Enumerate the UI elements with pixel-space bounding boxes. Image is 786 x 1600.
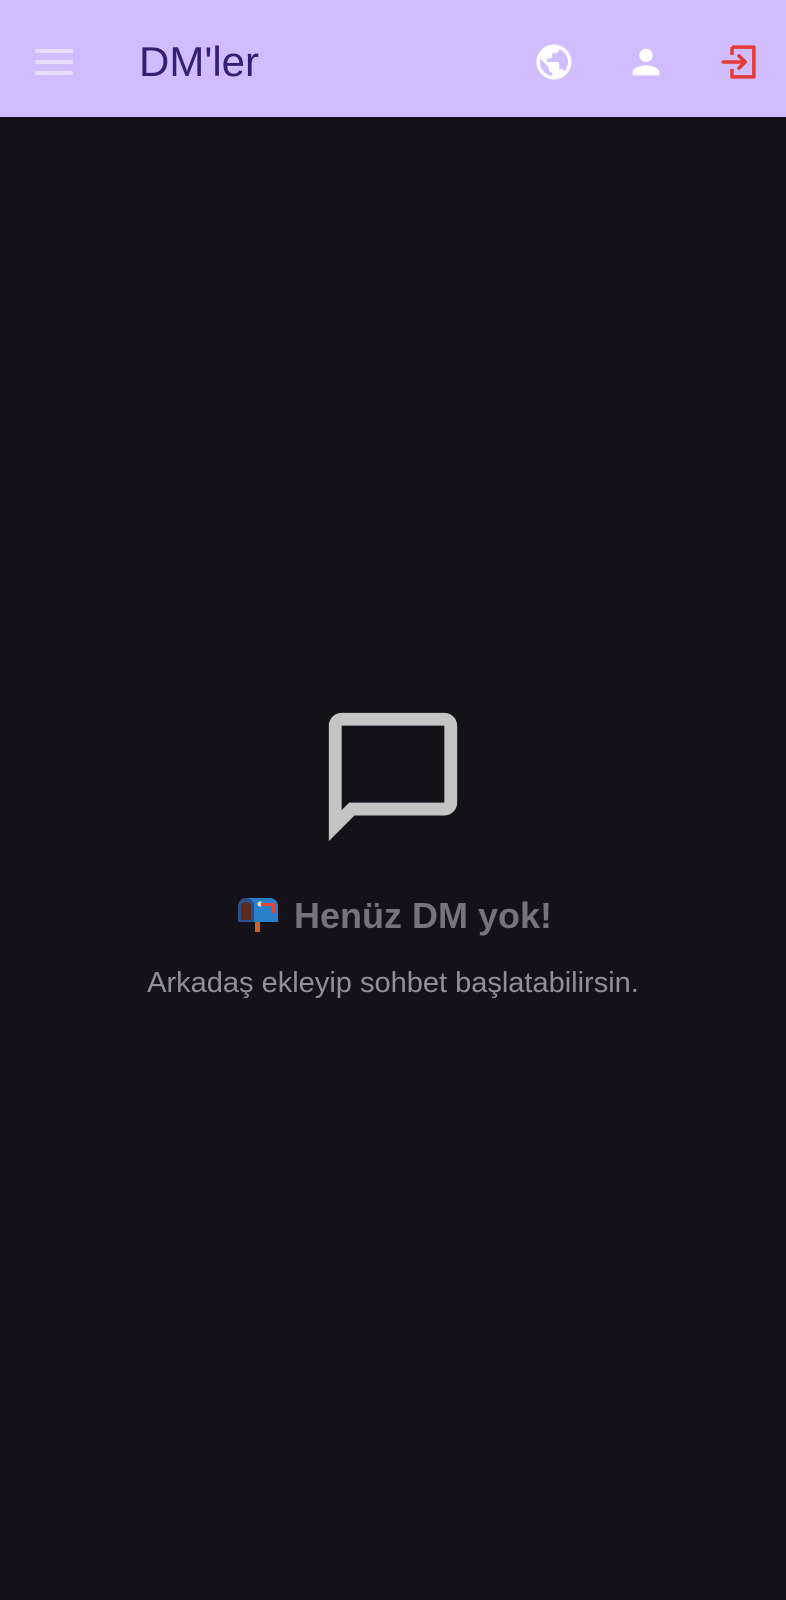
menu-button[interactable] [24, 32, 84, 92]
profile-button[interactable] [618, 34, 674, 90]
empty-state: Henüz DM yok! Arkadaş ekleyip sohbet baş… [0, 700, 786, 1002]
logout-icon [721, 45, 756, 79]
empty-state-title: Henüz DM yok! [0, 894, 786, 942]
page-title: DM'ler [139, 38, 260, 85]
empty-state-title-text: Henüz DM yok! [293, 895, 552, 936]
empty-state-subtitle: Arkadaş ekleyip sohbet başlatabilirsin. [147, 967, 639, 999]
logout-button[interactable] [711, 34, 767, 90]
menu-icon [35, 49, 73, 75]
mailbox-icon [234, 894, 280, 942]
explore-button[interactable] [526, 34, 582, 90]
person-icon [632, 48, 660, 76]
app-bar: DM'ler [0, 0, 786, 117]
globe-icon [536, 44, 572, 80]
dm-screen: DM'ler Henüz DM yok! Arkadaş ekleyip soh… [0, 0, 786, 1600]
chat-bubble-outline-icon [328, 712, 458, 842]
